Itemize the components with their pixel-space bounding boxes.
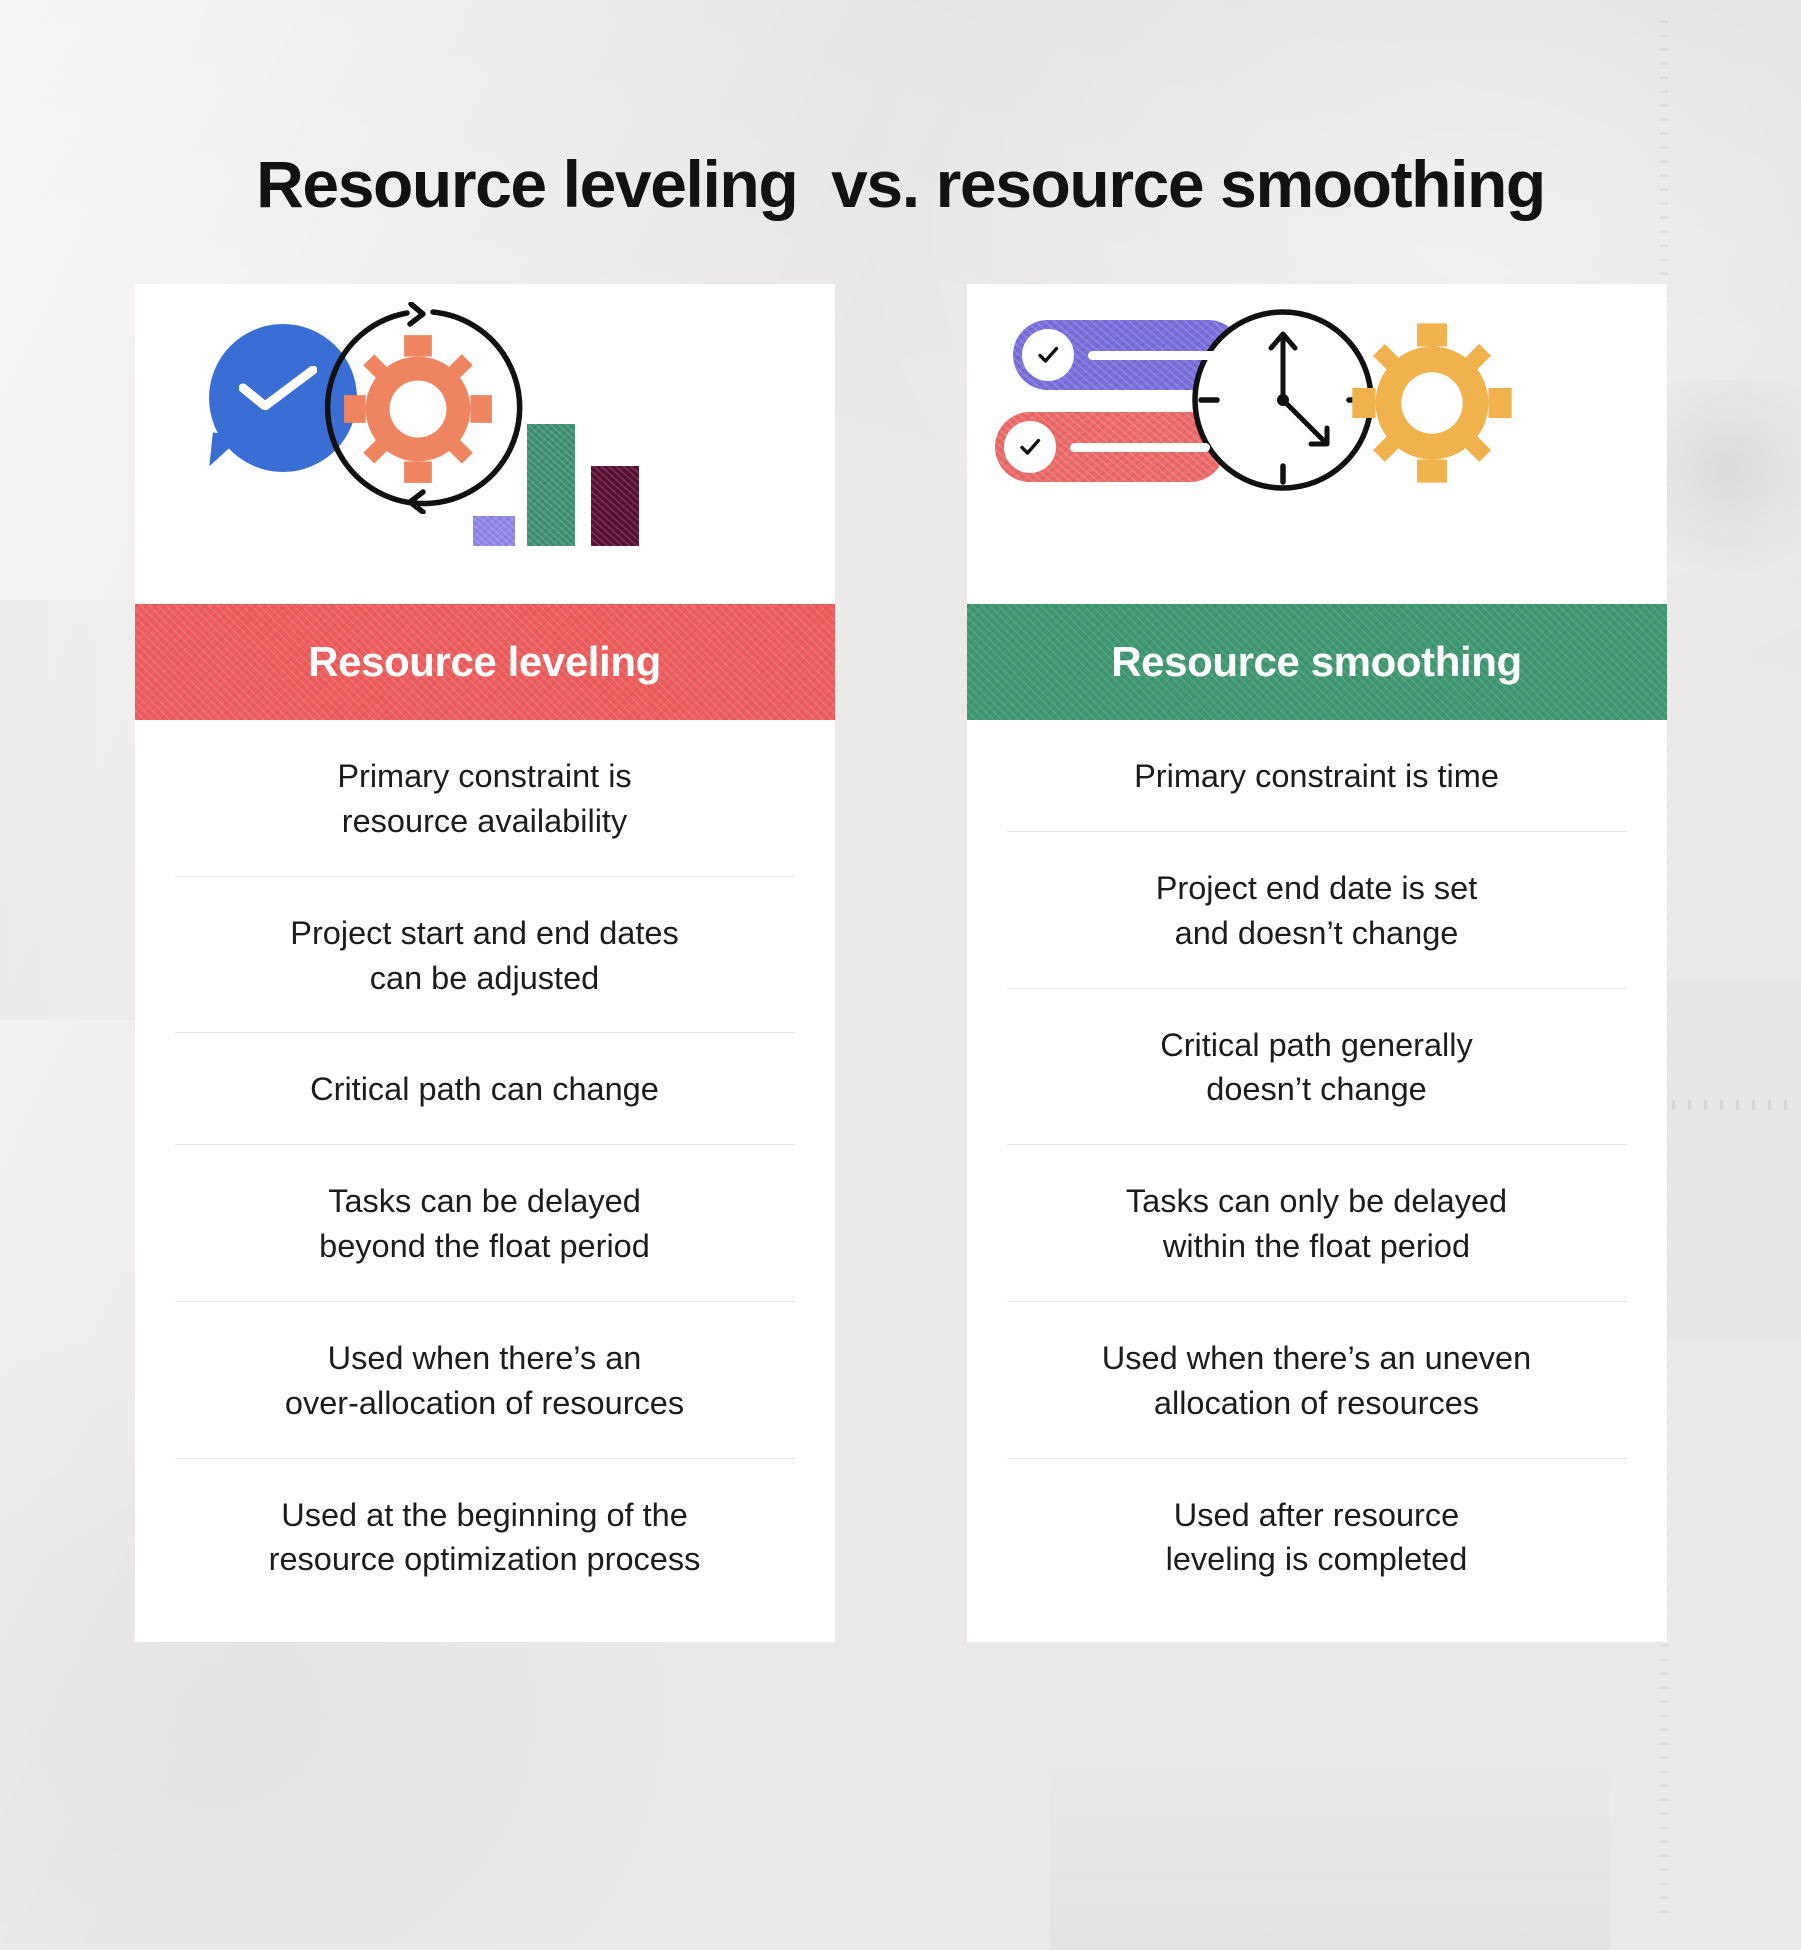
list-item: Used at the beginning of the resource op… <box>268 1496 701 1578</box>
gear-icon <box>1351 323 1512 483</box>
card-resource-smoothing: Resource smoothing Primary constraint is… <box>966 284 1667 1643</box>
checkmark-icon <box>238 366 317 410</box>
list-item: Tasks can be delayed beyond the float pe… <box>174 1145 795 1302</box>
toggle-line-icon <box>1069 442 1210 452</box>
list-item: Project end date is set and doesn’t chan… <box>1006 832 1627 989</box>
comparison-columns: Resource leveling Primary constraint is … <box>0 284 1801 1643</box>
list-item: Used after resource leveling is complete… <box>1165 1496 1468 1578</box>
rows-resource-leveling: Primary constraint is resource availabil… <box>135 720 835 1642</box>
gear-icon <box>343 335 492 483</box>
card-resource-leveling: Resource leveling Primary constraint is … <box>134 284 835 1643</box>
toggle-knob-icon <box>1021 329 1074 381</box>
list-item: Tasks can only be delayed within the flo… <box>1006 1145 1627 1302</box>
illustration-resource-smoothing <box>966 284 1667 604</box>
rows-resource-smoothing: Primary constraint is time Project end d… <box>967 720 1667 1642</box>
toggle-line-icon <box>1087 350 1228 360</box>
list-item: Primary constraint is time <box>1006 720 1627 832</box>
paper-smudge-bottom <box>1050 1750 1610 1950</box>
bar-chart-bar-maroon <box>590 466 639 546</box>
list-item: Primary constraint is resource availabil… <box>174 720 795 877</box>
bar-chart-bar-purple <box>472 516 515 546</box>
list-item: Critical path generally doesn’t change <box>1006 989 1627 1146</box>
band-resource-smoothing: Resource smoothing <box>966 604 1667 720</box>
bar-chart-bar-green <box>526 424 575 546</box>
band-label-resource-smoothing: Resource smoothing <box>1111 638 1522 685</box>
checkmark-icon <box>1019 438 1040 455</box>
band-resource-leveling: Resource leveling <box>134 604 835 720</box>
list-item: Used when there’s an uneven allocation o… <box>1006 1302 1627 1459</box>
list-item: Critical path can change <box>174 1033 795 1146</box>
checkmark-icon <box>1037 346 1058 363</box>
list-item: Used when there’s an over-allocation of … <box>174 1302 795 1459</box>
toggle-knob-icon <box>1003 421 1056 473</box>
band-label-resource-leveling: Resource leveling <box>308 638 661 685</box>
page-title: Resource leveling vs. resource smoothing <box>256 147 1546 222</box>
list-item: Project start and end dates can be adjus… <box>174 877 795 1034</box>
illustration-resource-leveling <box>134 284 835 604</box>
